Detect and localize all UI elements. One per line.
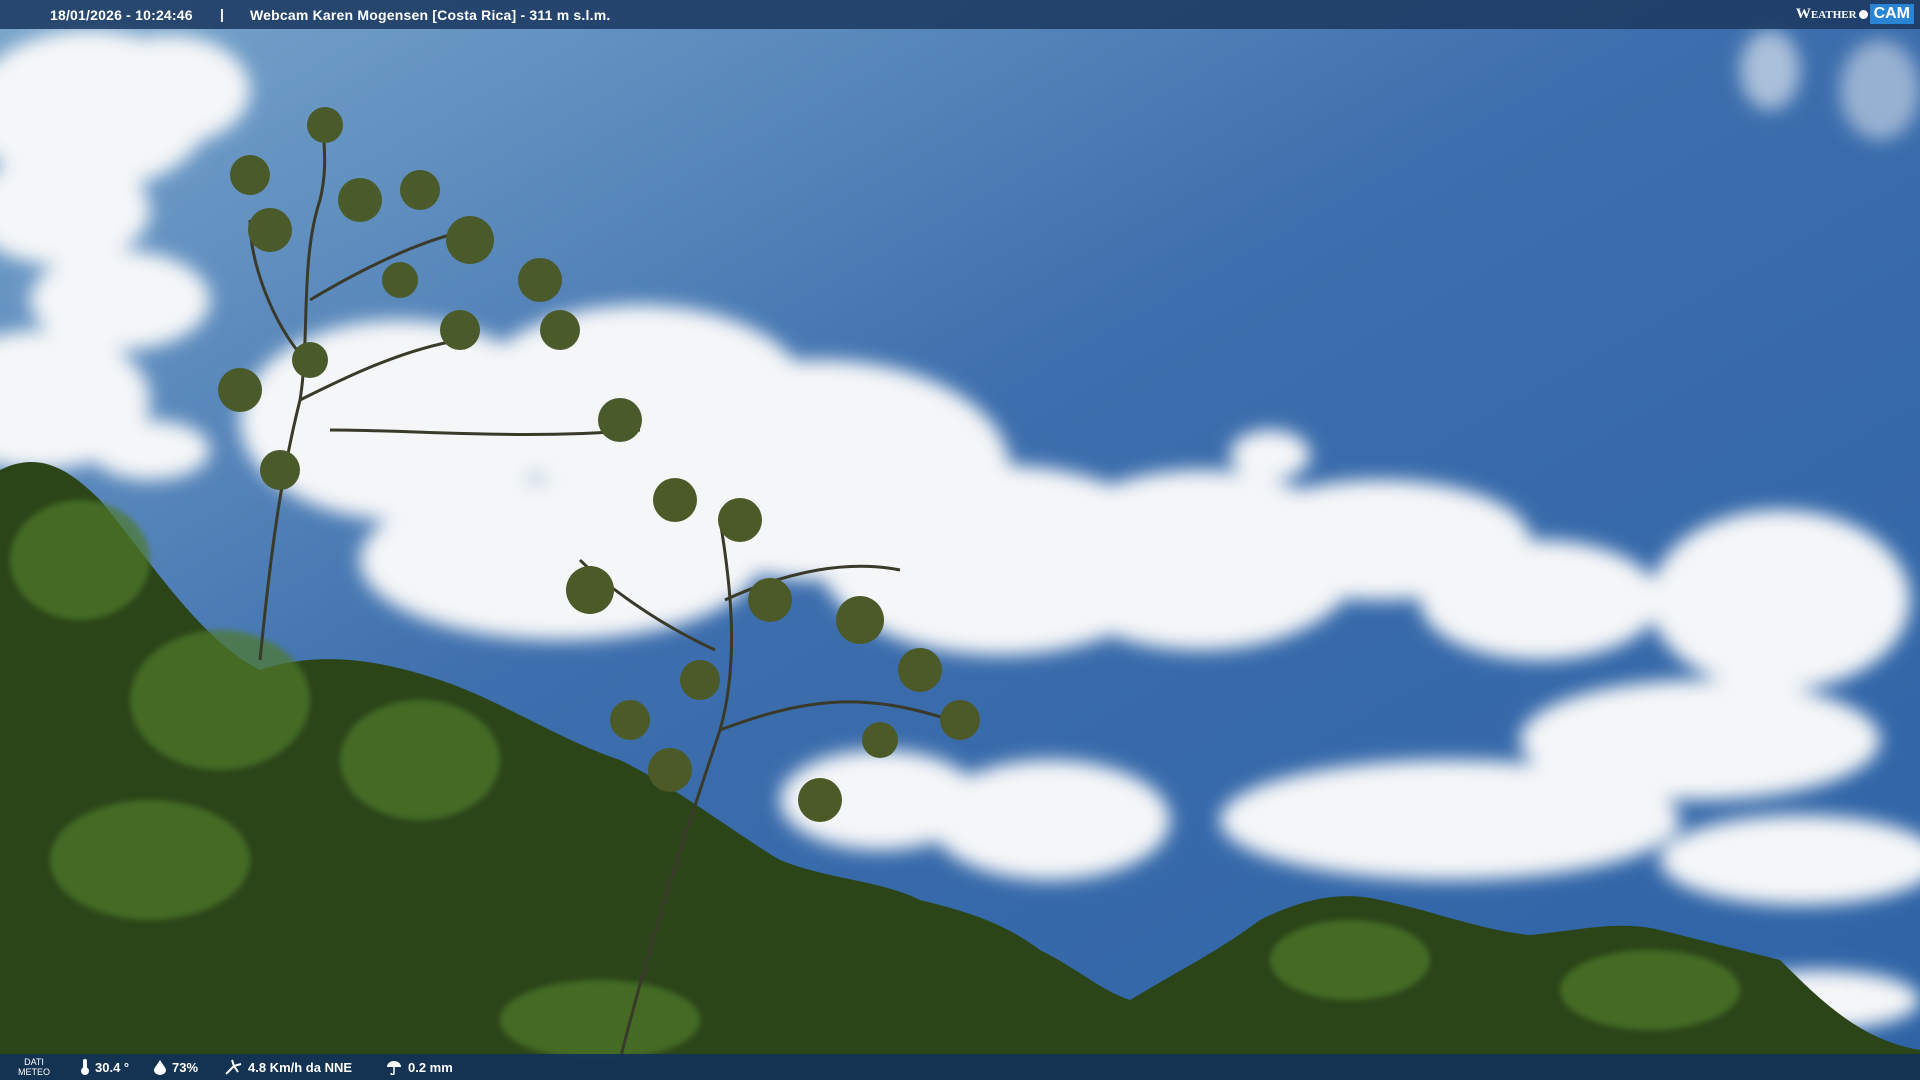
webcam-scene [0,0,1920,1080]
rain-reading: 0.2 mm [385,1059,453,1075]
humidity-drop-icon [154,1060,166,1075]
meteo-line: METEO [18,1067,51,1077]
header-bar: 18/01/2026 - 10:24:46 | Webcam Karen Mog… [0,0,1920,29]
rain-value: 0.2 mm [408,1059,453,1075]
header-separator: | [220,6,224,22]
logo-cam-text: CAM [1869,4,1914,24]
dati-meteo-label: DATI METEO [18,1057,50,1077]
dati-line: DATI [24,1057,44,1067]
wind-icon [225,1059,242,1075]
wind-value: 4.8 Km/h da NNE [248,1059,353,1075]
thermometer-icon [81,1059,89,1075]
weather-data-bar: DATI METEO 30.4 ° 73% 4.8 Km/h da NNE 0.… [0,1054,1920,1080]
humidity-value: 73% [172,1059,199,1075]
timestamp: 18/01/2026 - 10:24:46 [50,7,193,23]
temperature-value: 30.4 ° [95,1059,130,1075]
rain-icon [387,1061,401,1075]
logo-dot-icon [1858,9,1868,19]
humidity-reading: 73% [153,1059,198,1075]
webcam-location: Webcam Karen Mogensen [Costa Rica] - 311… [250,7,611,23]
wind-reading: 4.8 Km/h da NNE [225,1059,352,1075]
logo-weather-text: Weather [1795,5,1857,22]
weathercam-logo: Weather CAM [1796,3,1914,25]
temperature-reading: 30.4 ° [80,1059,129,1075]
